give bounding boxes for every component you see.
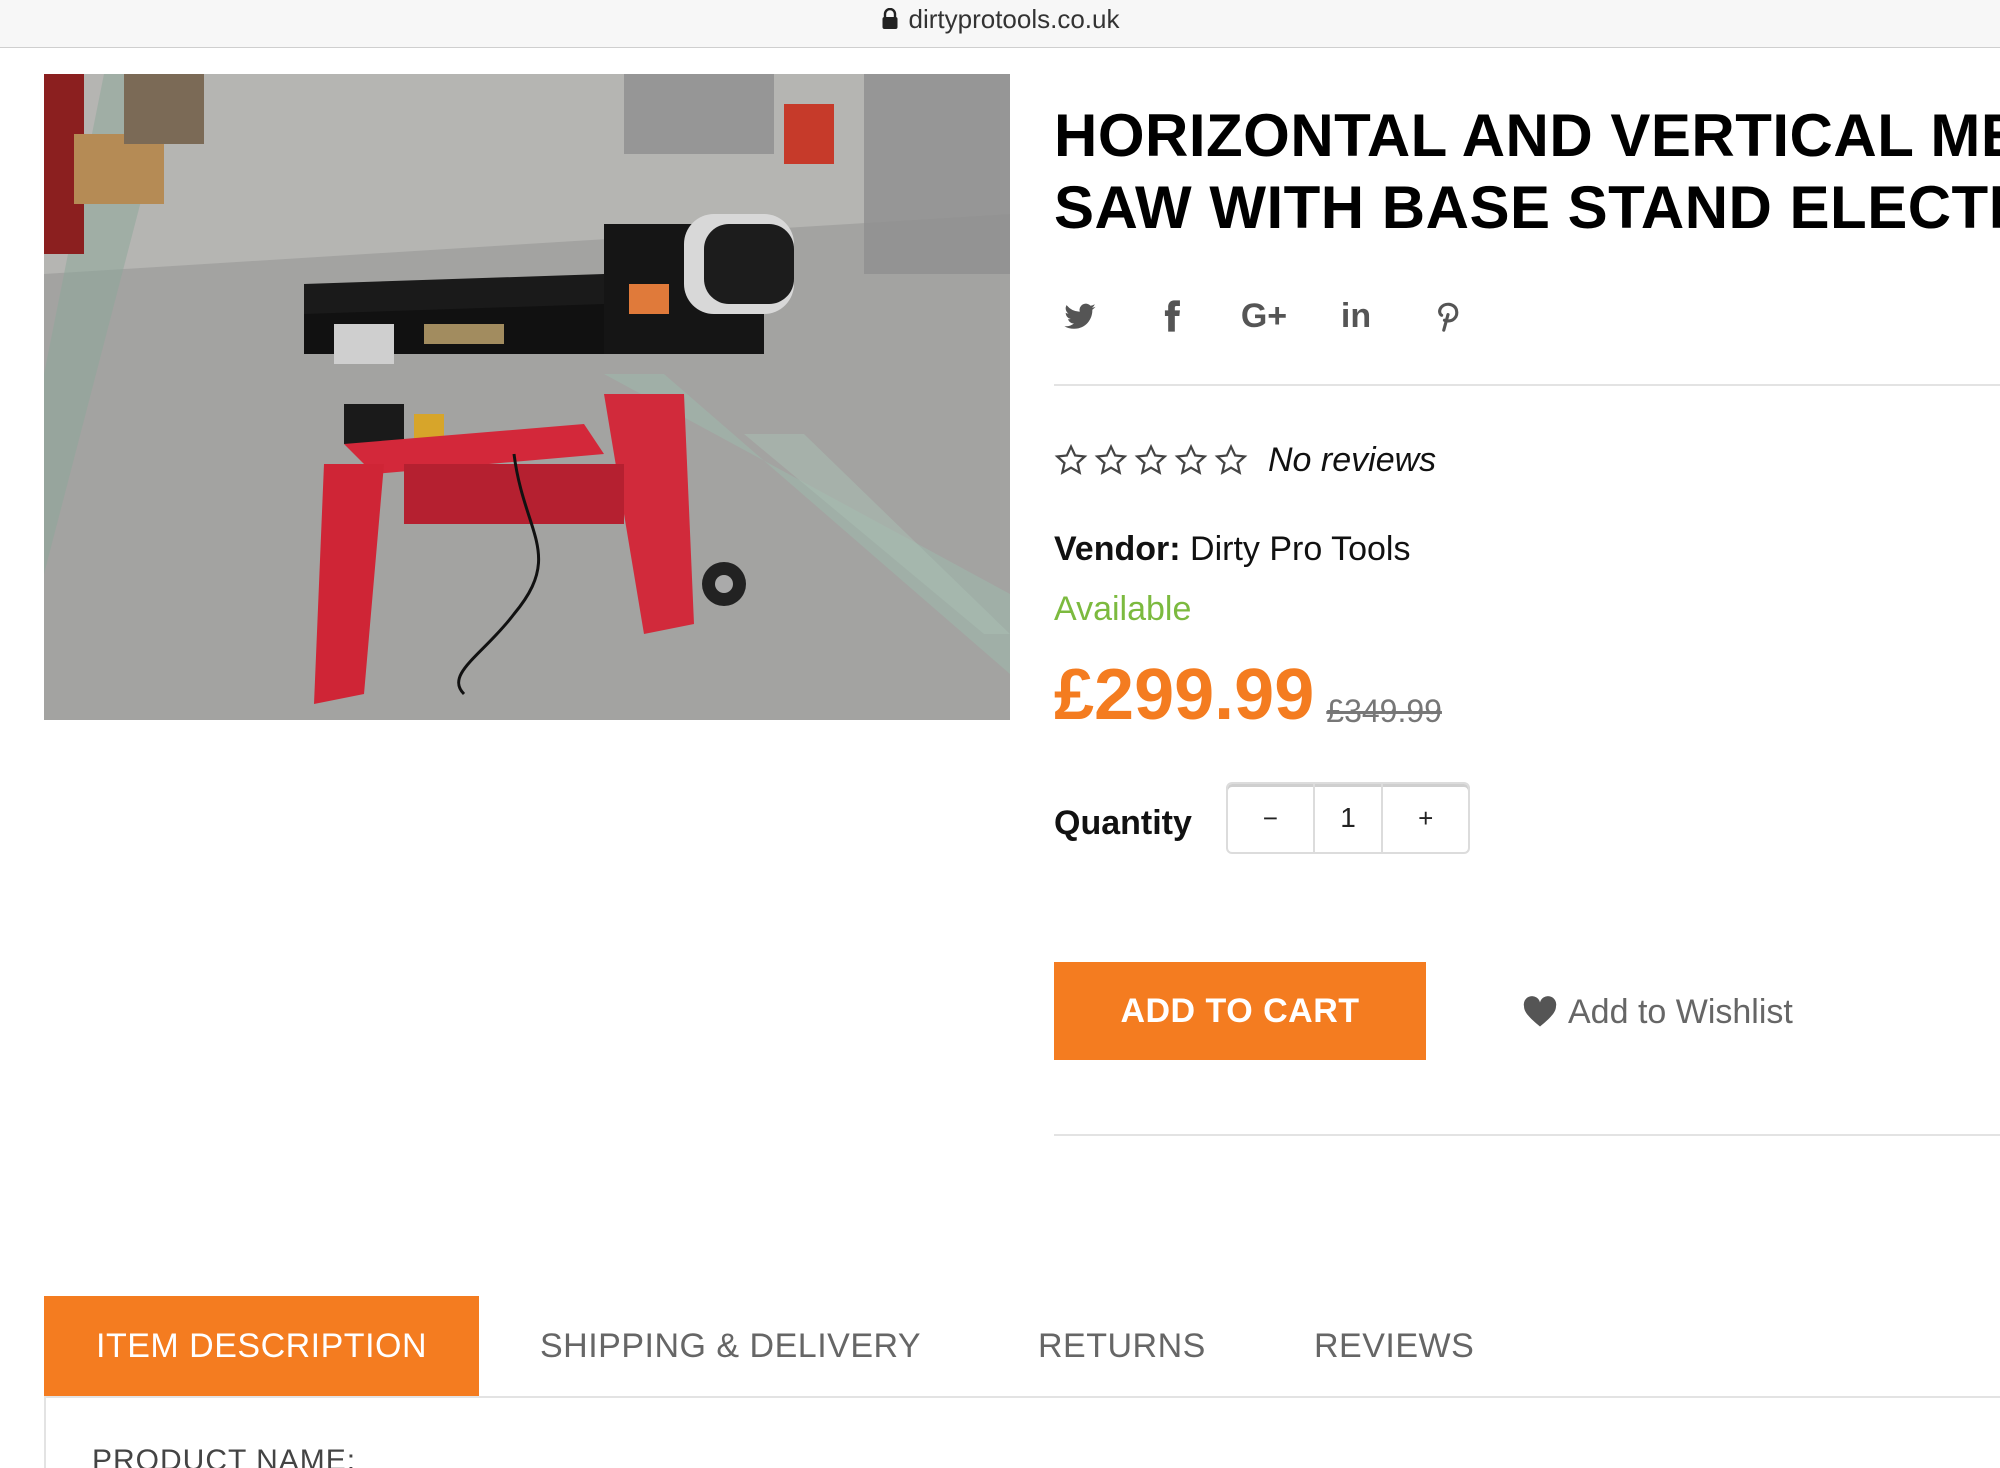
product-tabs: ITEM DESCRIPTION SHIPPING & DELIVERY RET… — [44, 1296, 2000, 1398]
facebook-icon[interactable] — [1146, 290, 1198, 342]
heart-icon — [1523, 996, 1557, 1027]
availability-status: Available — [1054, 590, 1192, 628]
star-outline-icon — [1094, 443, 1128, 475]
divider-top — [1054, 384, 2000, 386]
star-outline-icon — [1134, 443, 1168, 475]
tab-returns[interactable]: RETURNS — [1038, 1296, 1206, 1396]
pinterest-icon[interactable] — [1422, 290, 1474, 342]
no-reviews-label: No reviews — [1268, 440, 1437, 479]
tab-shipping-delivery[interactable]: SHIPPING & DELIVERY — [540, 1296, 921, 1396]
quantity-stepper: − 1 + — [1226, 782, 1470, 854]
share-buttons: G+ in — [1054, 290, 1514, 342]
product-name-heading: PRODUCT NAME: — [92, 1444, 357, 1468]
tab-item-description[interactable]: ITEM DESCRIPTION — [44, 1296, 480, 1396]
sale-price: £299.99 — [1054, 655, 1315, 735]
vendor-name: Dirty Pro Tools — [1190, 530, 1411, 568]
google-plus-text: G+ — [1240, 296, 1288, 335]
product-image[interactable] — [44, 74, 1010, 720]
product-title-line-2: SAW WITH BASE STAND ELECTR — [1054, 174, 2000, 241]
linkedin-text: in — [1340, 296, 1372, 335]
bandsaw-photo — [44, 74, 1010, 720]
star-outline-icon — [1054, 443, 1088, 475]
divider-bottom — [1054, 1134, 2000, 1136]
twitter-icon[interactable] — [1054, 290, 1106, 342]
url-text: dirtyprotools.co.uk — [908, 3, 1120, 34]
wishlist-label: Add to Wishlist — [1568, 992, 1793, 1031]
product-title: HORIZONTAL AND VERTICAL ME SAW WITH BASE… — [1054, 100, 2000, 244]
rating[interactable]: No reviews — [1054, 436, 1436, 484]
tab-panel-item-description: PRODUCT NAME: — [44, 1398, 2000, 1468]
star-outline-icon — [1174, 443, 1208, 475]
quantity-decrease-button[interactable]: − — [1228, 784, 1313, 852]
add-to-wishlist-link[interactable]: Add to Wishlist — [1522, 990, 1793, 1034]
product-title-line-1: HORIZONTAL AND VERTICAL ME — [1054, 102, 2000, 169]
quantity-increase-button[interactable]: + — [1383, 784, 1468, 852]
compare-price: £349.99 — [1326, 693, 1442, 729]
vendor: Vendor: Dirty Pro Tools — [1054, 530, 1410, 569]
rating-stars — [1054, 443, 1254, 477]
add-to-cart-button[interactable]: ADD TO CART — [1054, 962, 1426, 1060]
lock-icon — [882, 8, 897, 29]
star-outline-icon — [1214, 443, 1248, 475]
quantity-input[interactable]: 1 — [1312, 784, 1384, 852]
linkedin-icon[interactable]: in — [1330, 290, 1382, 342]
url-display[interactable]: dirtyprotools.co.uk — [0, 4, 2000, 34]
vendor-label: Vendor: — [1054, 530, 1181, 568]
google-plus-icon[interactable]: G+ — [1238, 290, 1290, 342]
quantity-label: Quantity — [1054, 804, 1192, 842]
browser-url-bar[interactable]: dirtyprotools.co.uk — [0, 0, 2000, 48]
tab-reviews[interactable]: REVIEWS — [1314, 1296, 1474, 1396]
price-row: £299.99 £349.99 — [1054, 650, 1442, 740]
